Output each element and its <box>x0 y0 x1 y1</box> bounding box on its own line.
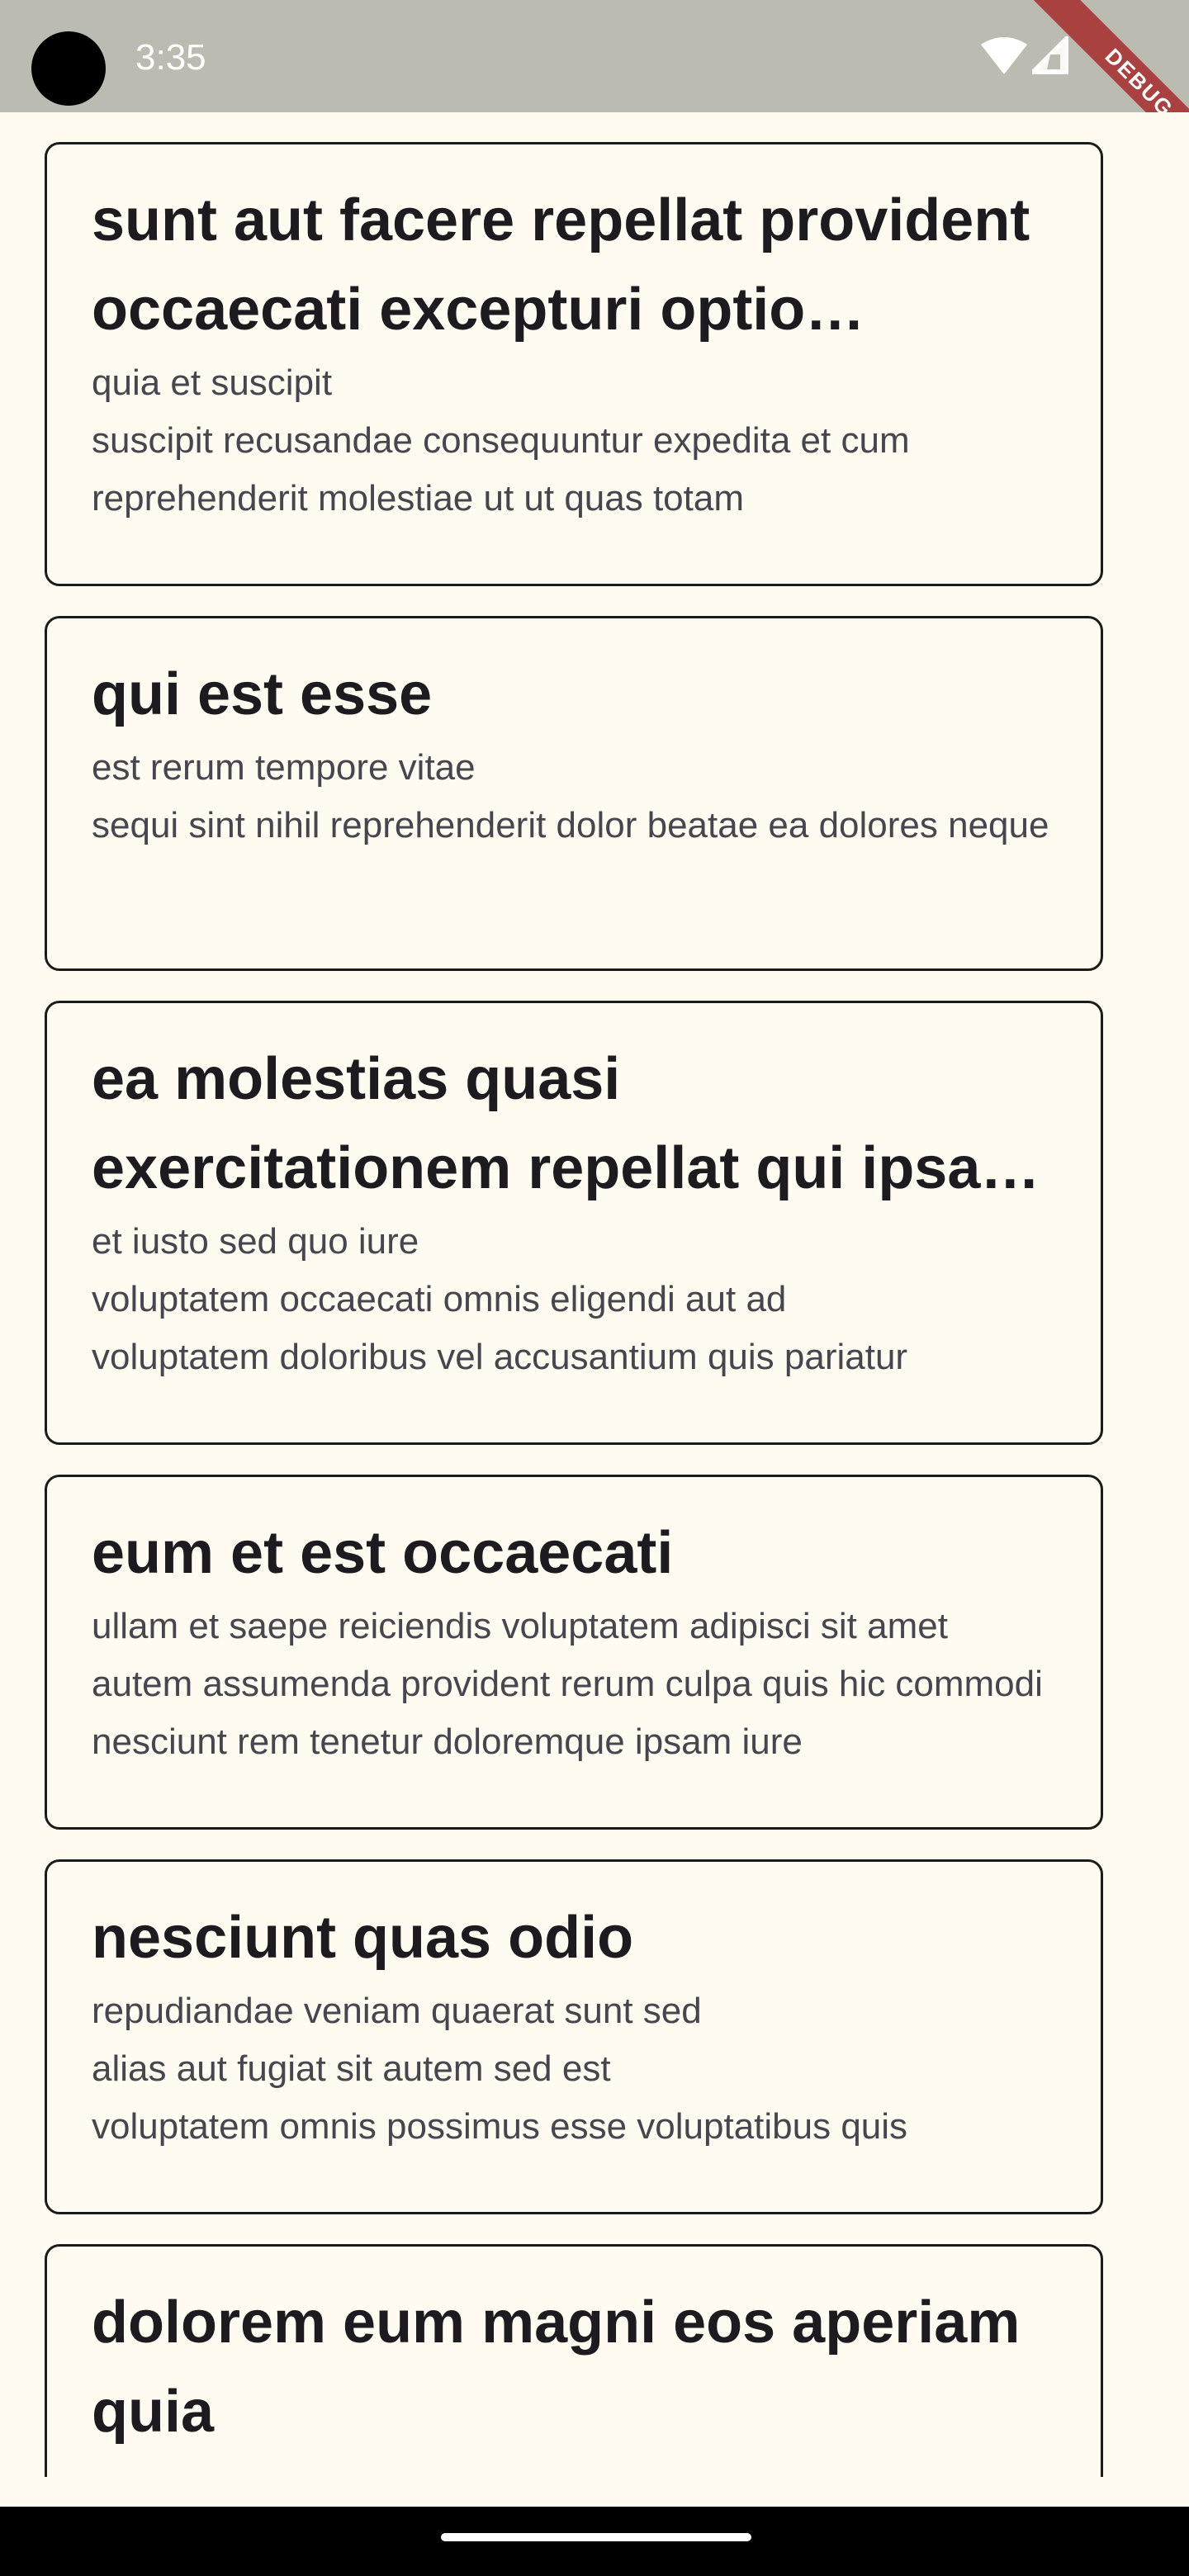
post-card[interactable]: qui est esse est rerum tempore vitae seq… <box>45 616 1103 971</box>
home-indicator[interactable] <box>441 2533 751 2541</box>
post-title: nesciunt quas odio <box>92 1905 634 1971</box>
post-body: et iusto sed quo iure voluptatem occaeca… <box>92 1221 908 1377</box>
system-navigation-bar <box>0 2507 1189 2576</box>
post-title: qui est esse <box>92 661 433 727</box>
post-card[interactable]: ea molestias quasi exercitationem repell… <box>45 1001 1103 1445</box>
post-list[interactable]: sunt aut facere repellat provident occae… <box>0 112 1189 2477</box>
post-body: ullam et saepe reiciendis voluptatem adi… <box>92 1606 1043 1762</box>
post-card[interactable]: sunt aut facere repellat provident occae… <box>45 142 1103 586</box>
status-time: 3:35 <box>135 37 206 78</box>
cellular-signal-icon <box>1032 36 1068 74</box>
post-card[interactable]: eum et est occaecati ullam et saepe reic… <box>45 1475 1103 1830</box>
post-title: dolorem eum magni eos aperiam quia <box>92 2290 1021 2445</box>
post-card[interactable]: nesciunt quas odio repudiandae veniam qu… <box>45 1859 1103 2214</box>
post-body: quia et suscipit suscipit recusandae con… <box>92 362 910 519</box>
post-title: sunt aut facere repellat provident occae… <box>92 187 1030 343</box>
post-body: repudiandae veniam quaerat sunt sed alia… <box>92 1991 908 2147</box>
status-bar: 3:35 DEBUG <box>0 0 1189 112</box>
post-title: eum et est occaecati <box>92 1520 674 1586</box>
post-title: ea molestias quasi exercitationem repell… <box>92 1046 981 1201</box>
camera-cutout <box>31 31 106 106</box>
post-body: est rerum tempore vitae sequi sint nihil… <box>92 747 1049 845</box>
post-card[interactable]: dolorem eum magni eos aperiam quia <box>45 2244 1103 2477</box>
wifi-icon <box>981 37 1027 74</box>
